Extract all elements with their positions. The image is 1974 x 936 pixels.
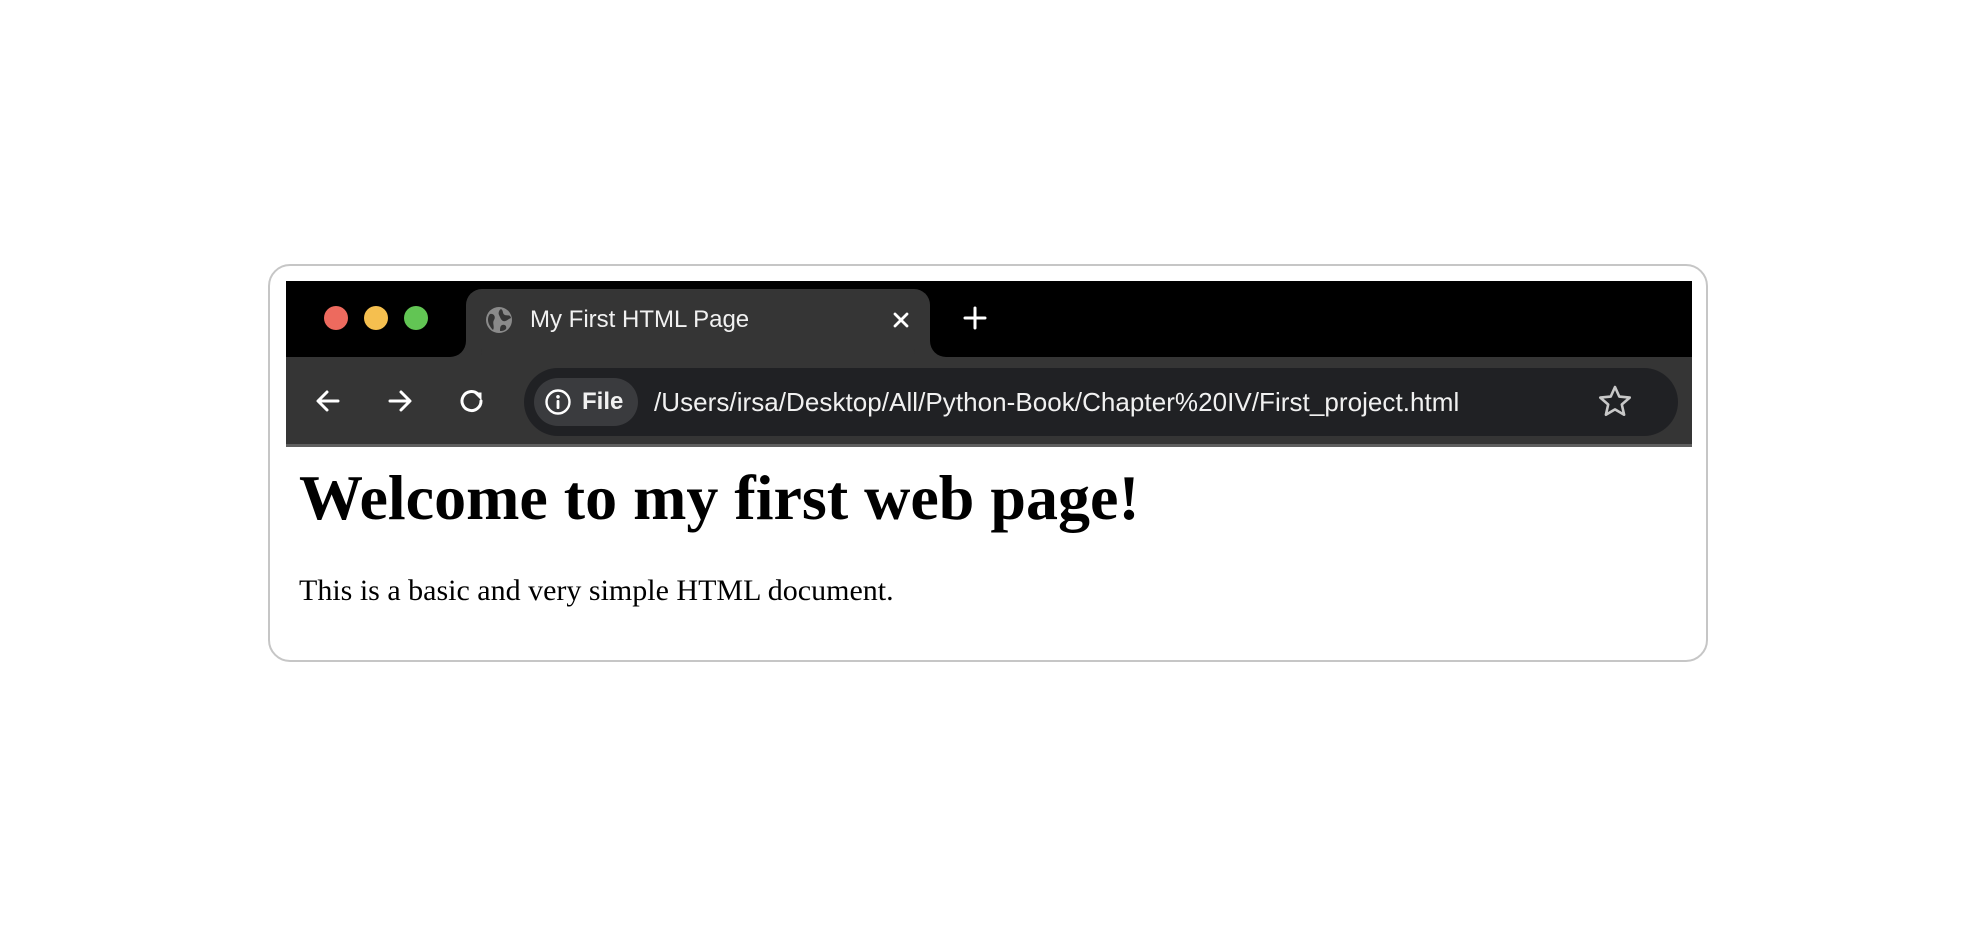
arrow-right-icon[interactable]	[382, 383, 418, 419]
maximize-window-button[interactable]	[404, 306, 428, 330]
url-text[interactable]: /Users/irsa/Desktop/All/Python-Book/Chap…	[654, 384, 1459, 420]
browser-window: My First HTML Page File /Users/irsa/Desk…	[286, 281, 1692, 647]
info-icon	[545, 389, 571, 415]
reload-icon[interactable]	[454, 383, 490, 419]
plus-icon[interactable]	[958, 301, 992, 335]
star-icon[interactable]	[1596, 383, 1634, 421]
browser-toolbar: File /Users/irsa/Desktop/All/Python-Book…	[286, 357, 1692, 447]
page-content: Welcome to my first web page! This is a …	[286, 447, 1692, 647]
tab-title: My First HTML Page	[530, 306, 750, 333]
minimize-window-button[interactable]	[364, 306, 388, 330]
close-window-button[interactable]	[324, 306, 348, 330]
page-heading: Welcome to my first web page!	[299, 462, 1140, 533]
page-paragraph: This is a basic and very simple HTML doc…	[299, 574, 894, 607]
site-info-chip[interactable]: File	[534, 378, 638, 426]
tab-strip: My First HTML Page	[286, 281, 1692, 357]
close-icon[interactable]	[886, 305, 916, 335]
address-bar[interactable]: File /Users/irsa/Desktop/All/Python-Book…	[524, 368, 1678, 436]
tab-my-first-html-page[interactable]: My First HTML Page	[466, 289, 930, 357]
arrow-left-icon[interactable]	[310, 383, 346, 419]
site-info-label: File	[582, 388, 624, 415]
globe-icon	[486, 307, 512, 333]
